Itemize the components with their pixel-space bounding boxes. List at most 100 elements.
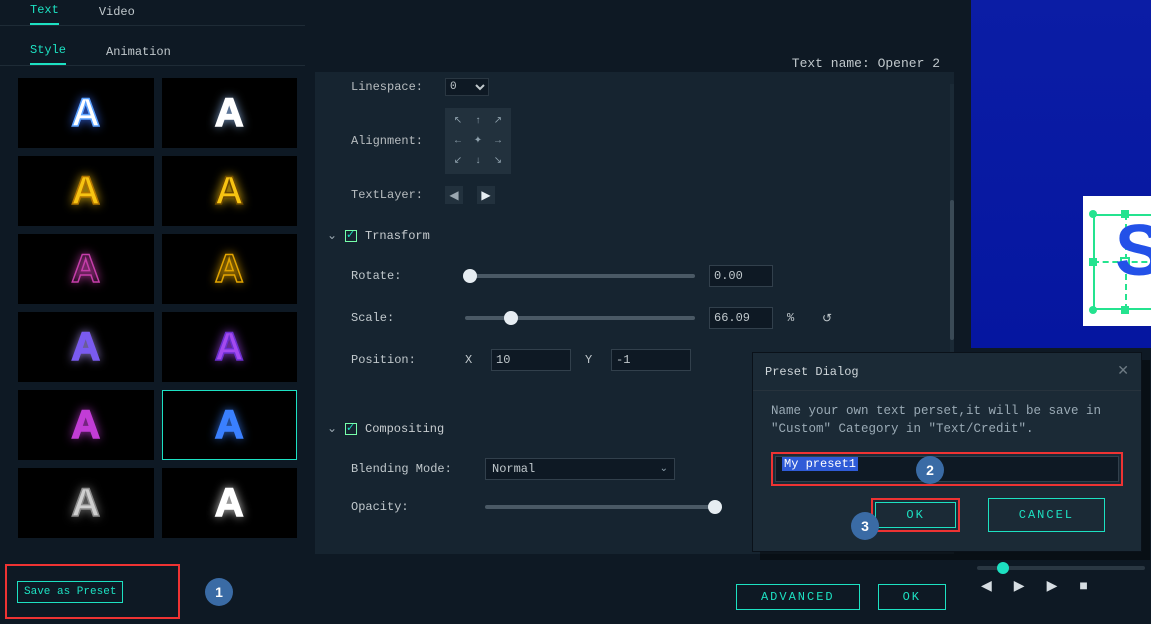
align-s-icon[interactable]: ↓ <box>469 152 487 170</box>
position-label: Position: <box>351 353 451 367</box>
preset-grid: AAAAAAAAAAAA <box>18 78 297 538</box>
blending-mode-value: Normal <box>492 462 535 476</box>
dialog-title: Preset Dialog <box>765 365 859 379</box>
preview-area: S <box>971 0 1151 348</box>
advanced-button[interactable]: ADVANCED <box>736 584 860 610</box>
tab-text[interactable]: Text <box>30 3 59 25</box>
preset-glyph: A <box>215 325 244 370</box>
step-badge-1: 1 <box>205 578 233 606</box>
scale-slider[interactable] <box>465 316 695 320</box>
timeline-slider[interactable] <box>977 566 1145 570</box>
next-frame-icon[interactable]: ▶ <box>1014 578 1025 595</box>
preset-item[interactable]: A <box>18 468 154 538</box>
preset-item[interactable]: A <box>162 390 298 460</box>
alignment-grid[interactable]: ↖↑↗ ←✦→ ↙↓↘ <box>445 108 511 174</box>
textlayer-next-icon[interactable]: ▶ <box>477 186 495 204</box>
preset-dialog: Preset Dialog ✕ Name your own text perse… <box>752 352 1142 552</box>
align-n-icon[interactable]: ↑ <box>469 112 487 130</box>
align-e-icon[interactable]: → <box>489 132 507 150</box>
linespace-select[interactable]: 0 <box>445 78 489 96</box>
secondary-tabs: Style Animation <box>0 26 305 66</box>
step-badge-3: 3 <box>851 512 879 540</box>
preview-glyph: S <box>1115 210 1151 292</box>
preset-item[interactable]: A <box>18 78 154 148</box>
save-preset-highlight: Save as Preset <box>5 564 180 619</box>
preset-item[interactable]: A <box>18 312 154 382</box>
chevron-down-icon: ⌄ <box>660 463 668 475</box>
dialog-cancel-button[interactable]: CANCEL <box>988 498 1105 532</box>
opacity-slider[interactable] <box>485 505 715 509</box>
align-w-icon[interactable]: ← <box>449 132 467 150</box>
textlayer-prev-icon[interactable]: ◀ <box>445 186 463 204</box>
compositing-title: Compositing <box>365 422 444 436</box>
text-name-label: Text name: Opener 2 <box>792 56 940 71</box>
preset-glyph: A <box>215 169 244 214</box>
transform-title: Trnasform <box>365 229 430 243</box>
align-ne-icon[interactable]: ↗ <box>489 112 507 130</box>
tab-animation[interactable]: Animation <box>106 45 171 65</box>
opacity-label: Opacity: <box>351 500 471 514</box>
blending-mode-select[interactable]: Normal ⌄ <box>485 458 675 480</box>
rotate-label: Rotate: <box>351 269 451 283</box>
preset-item[interactable]: A <box>18 390 154 460</box>
transform-section-header[interactable]: ⌄ Trnasform <box>315 220 954 251</box>
preset-item[interactable]: A <box>18 156 154 226</box>
preset-item[interactable]: A <box>162 312 298 382</box>
reset-icon[interactable]: ↺ <box>819 310 835 326</box>
preset-glyph: A <box>71 169 100 214</box>
preset-item[interactable]: A <box>162 468 298 538</box>
chevron-down-icon: ⌄ <box>327 228 337 243</box>
alignment-label: Alignment: <box>351 134 431 148</box>
handle-s-icon[interactable] <box>1121 306 1129 314</box>
dialog-ok-button[interactable]: OK <box>875 502 955 528</box>
align-center-icon[interactable]: ✦ <box>469 132 487 150</box>
preset-name-input[interactable]: My preset1 <box>775 456 1119 482</box>
dialog-description: Name your own text perset,it will be sav… <box>771 403 1123 438</box>
transform-checkbox[interactable] <box>345 230 357 242</box>
step-badge-2: 2 <box>916 456 944 484</box>
play-icon[interactable]: ▶ <box>1047 578 1058 595</box>
position-y-input[interactable] <box>611 349 691 371</box>
linespace-label: Linespace: <box>351 80 431 94</box>
ok-button[interactable]: OK <box>878 584 946 610</box>
primary-tabs: Text Video <box>0 0 305 26</box>
prev-frame-icon[interactable]: ◀ <box>981 578 992 595</box>
align-se-icon[interactable]: ↘ <box>489 152 507 170</box>
preset-glyph: A <box>71 403 100 448</box>
dialog-ok-highlight: OK <box>871 498 959 532</box>
scale-unit: % <box>787 311 805 325</box>
preset-glyph: A <box>215 403 244 448</box>
footer-buttons: ADVANCED OK <box>736 584 946 610</box>
tab-style[interactable]: Style <box>30 43 66 65</box>
preset-item[interactable]: A <box>162 78 298 148</box>
preset-item[interactable]: A <box>18 234 154 304</box>
preview-canvas[interactable]: S <box>1083 196 1151 326</box>
textlayer-label: TextLayer: <box>351 188 431 202</box>
save-as-preset-button[interactable]: Save as Preset <box>17 581 123 603</box>
handle-w-icon[interactable] <box>1089 258 1097 266</box>
transform-box[interactable]: S <box>1093 214 1151 310</box>
preset-glyph: A <box>215 247 244 292</box>
rotate-slider[interactable] <box>465 274 695 278</box>
preset-glyph: A <box>71 247 100 292</box>
stop-icon[interactable]: ■ <box>1079 578 1087 595</box>
handle-sw-icon[interactable] <box>1089 306 1097 314</box>
position-x-label: X <box>465 353 477 367</box>
preset-glyph: A <box>215 481 244 526</box>
preset-item[interactable]: A <box>162 234 298 304</box>
tab-video[interactable]: Video <box>99 5 135 25</box>
align-nw-icon[interactable]: ↖ <box>449 112 467 130</box>
scale-label: Scale: <box>351 311 451 325</box>
close-icon[interactable]: ✕ <box>1117 363 1129 380</box>
compositing-checkbox[interactable] <box>345 423 357 435</box>
preset-scroll-area[interactable]: AAAAAAAAAAAA <box>18 78 297 560</box>
position-y-label: Y <box>585 353 597 367</box>
preset-glyph: A <box>71 325 100 370</box>
preset-item[interactable]: A <box>162 156 298 226</box>
align-sw-icon[interactable]: ↙ <box>449 152 467 170</box>
scale-input[interactable] <box>709 307 773 329</box>
handle-nw-icon[interactable] <box>1089 210 1097 218</box>
chevron-down-icon: ⌄ <box>327 421 337 436</box>
rotate-input[interactable] <box>709 265 773 287</box>
position-x-input[interactable] <box>491 349 571 371</box>
